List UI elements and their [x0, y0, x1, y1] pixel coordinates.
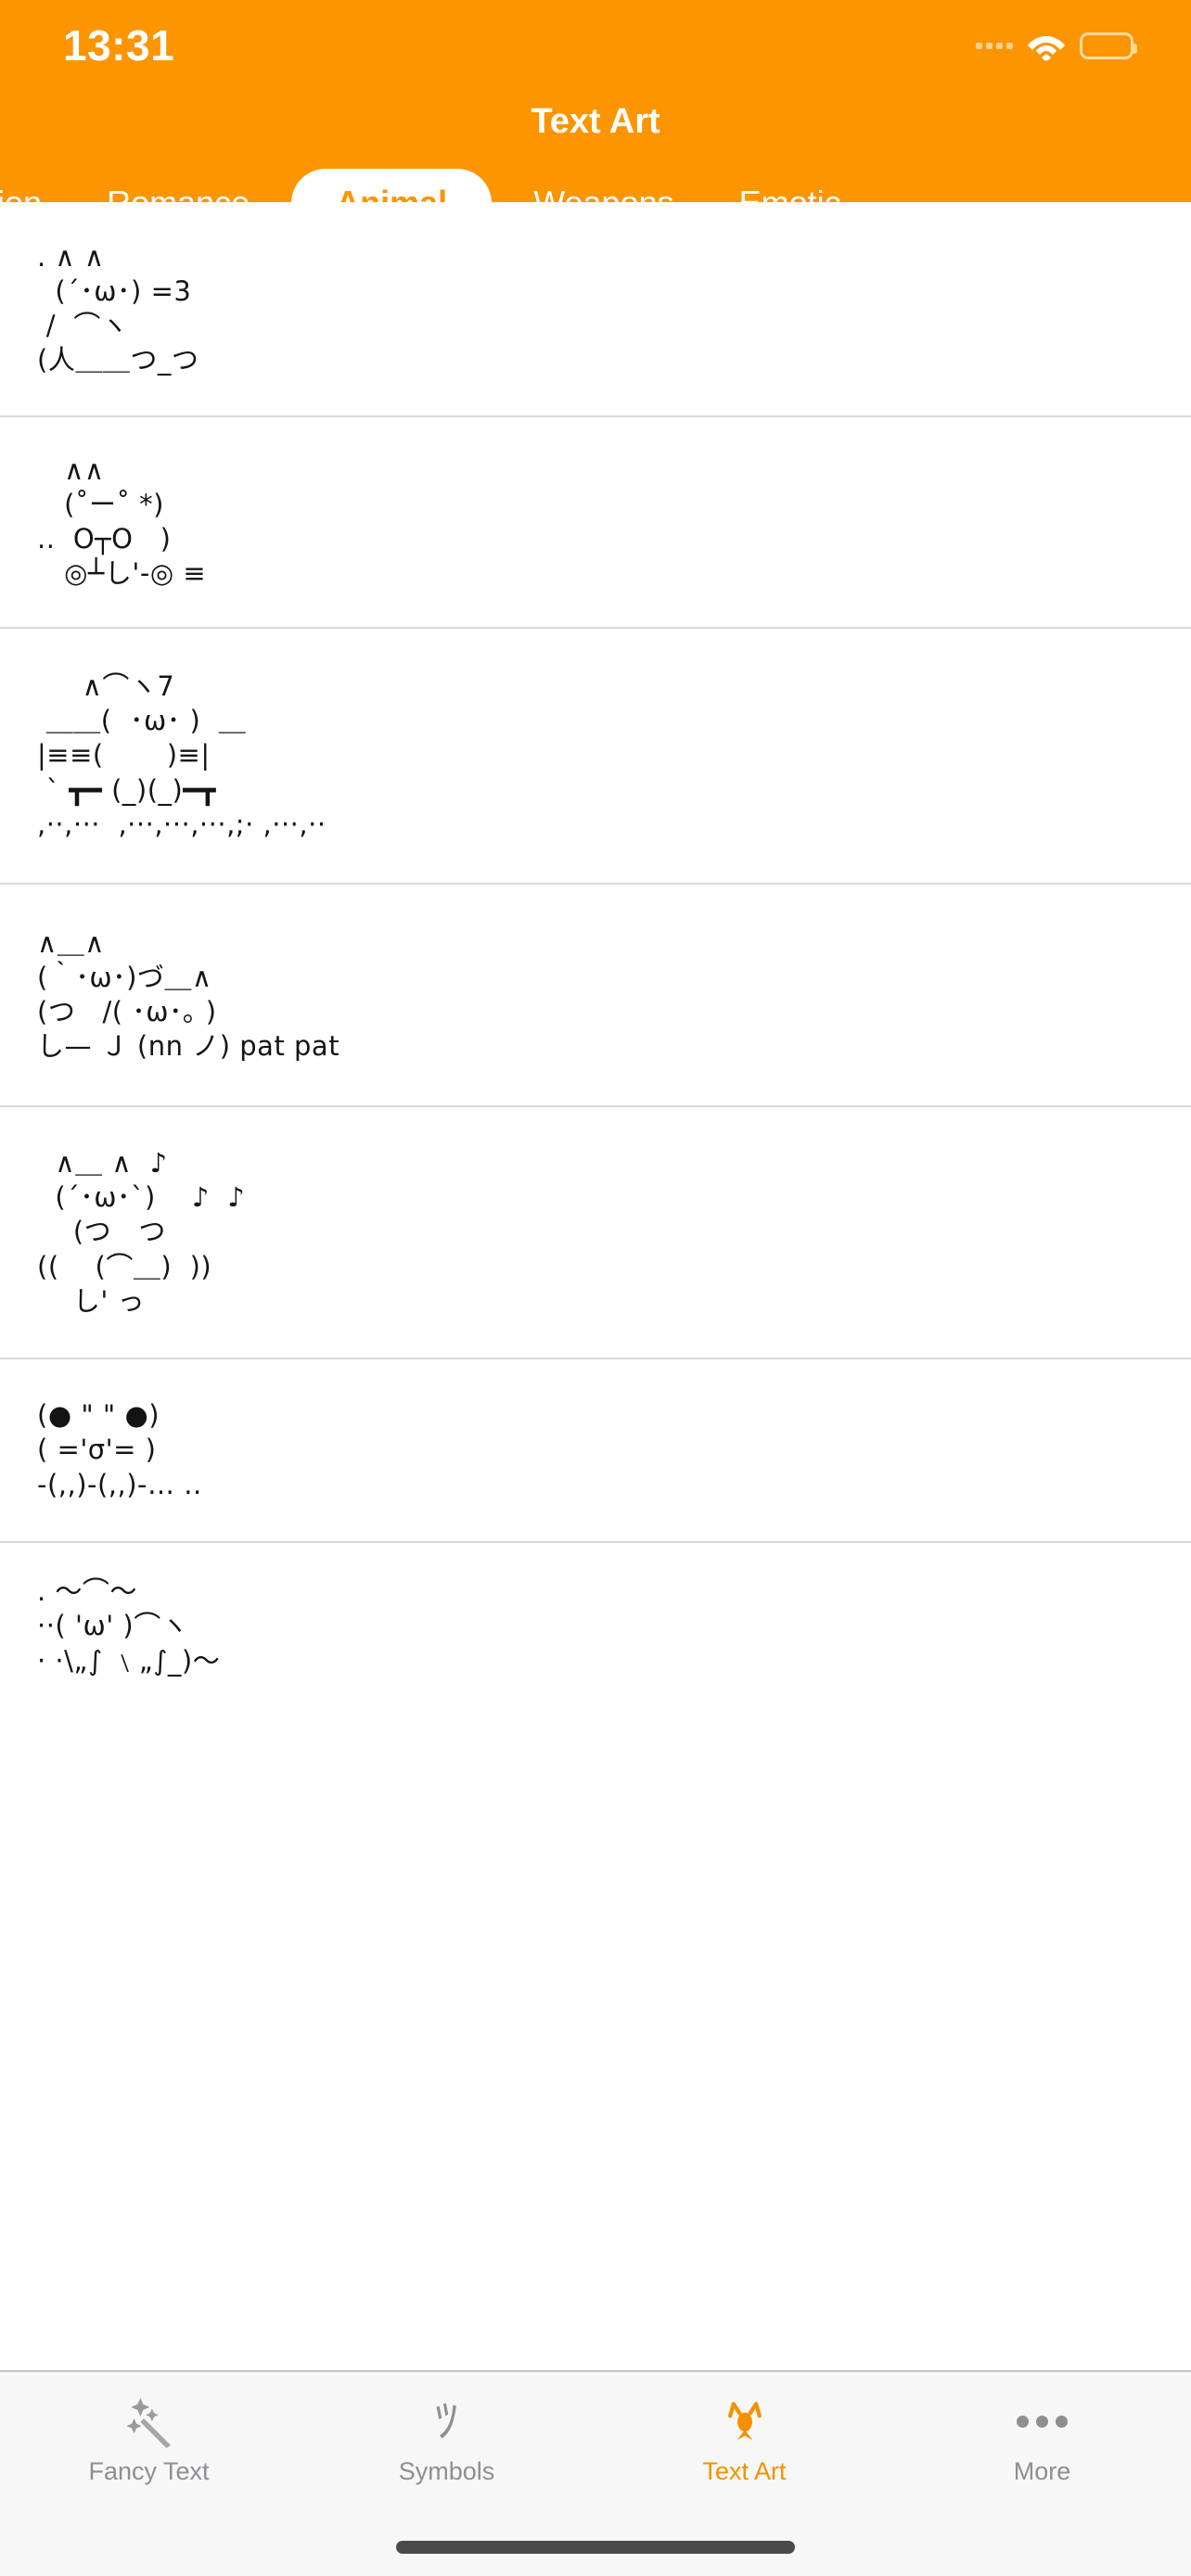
list-item[interactable]: . ∧ ∧ (´･ω･) =3 / ⌒ヽ (人＿＿つ_つ [0, 202, 1191, 417]
list-item[interactable]: ∧⌒ヽ7 ＿＿( ･ω･ ) ＿ |≡≡( )≡| ` ┳━ (_)(_)━┳ … [0, 629, 1191, 885]
ellipsis-icon [1017, 2392, 1068, 2450]
list-item[interactable]: . ～⌒～ ··( 'ω' )⌒ヽ · ·\„∫ ﹨„∫_)〜 [0, 1543, 1191, 1710]
battery-icon [1080, 32, 1137, 59]
list-item[interactable]: ∧＿ ∧ ♪ (´･ω･`) ♪ ♪ (つ つ (( (⌒＿) )) し' っ [0, 1107, 1191, 1359]
tab-label: Symbols [398, 2457, 495, 2485]
list-item[interactable]: (● " " ●) ( ='σ'= ) -(,,)-(,,)-… .. [0, 1359, 1191, 1543]
signal-dots-icon [976, 42, 1013, 49]
tab-label: Text Art [702, 2457, 787, 2485]
app-header: 13:31 Text Art oration [0, 0, 1191, 237]
app-root: 13:31 Text Art oration [0, 0, 1191, 2576]
art-text: (● " " ●) ( ='σ'= ) -(,,)-(,,)-… .. [37, 1399, 202, 1500]
page-title: Text Art [531, 102, 660, 141]
status-bar: 13:31 [0, 0, 1191, 85]
status-bar-indicators [976, 24, 1137, 61]
art-text: ∧⌒ヽ7 ＿＿( ･ω･ ) ＿ |≡≡( )≡| ` ┳━ (_)(_)━┳ … [37, 670, 327, 840]
home-indicator [396, 2541, 795, 2554]
tab-label: Fancy Text [88, 2457, 210, 2485]
art-text: . ∧ ∧ (´･ω･) =3 / ⌒ヽ (人＿＿つ_つ [37, 240, 199, 376]
art-text: ∧＿∧ (｀･ω･)づ＿∧ (つ /( ･ω･｡ ) し— Ｊ (nn ノ) p… [37, 926, 340, 1063]
tab-text-art[interactable]: Text Art [596, 2392, 893, 2484]
katakana-tsu-icon: ﾂ [435, 2392, 458, 2450]
symbols-glyph: ﾂ [435, 2394, 458, 2448]
tab-symbols[interactable]: ﾂ Symbols [298, 2392, 596, 2484]
list-item[interactable]: ∧∧ (˚ー˚ *) .. O┬O ) ◎┴し'-◎ ≡ [0, 417, 1191, 629]
tab-label: More [1013, 2457, 1071, 2485]
art-text: ∧＿ ∧ ♪ (´･ω･`) ♪ ♪ (つ つ (( (⌒＿) )) し' っ [37, 1147, 246, 1317]
art-text: ∧∧ (˚ー˚ *) .. O┬O ) ◎┴し'-◎ ≡ [37, 453, 207, 590]
tab-more[interactable]: More [893, 2392, 1191, 2484]
status-bar-clock: 13:31 [63, 21, 175, 70]
wifi-icon [1026, 30, 1067, 61]
art-text: . ～⌒～ ··( 'ω' )⌒ヽ · ·\„∫ ﹨„∫_)〜 [37, 1575, 221, 1677]
sparkle-wand-icon [122, 2392, 176, 2450]
tab-fancy-text[interactable]: Fancy Text [0, 2392, 298, 2484]
list-item[interactable]: ∧＿∧ (｀･ω･)づ＿∧ (つ /( ･ω･｡ ) し— Ｊ (nn ノ) p… [0, 885, 1191, 1107]
cat-face-icon [719, 2392, 771, 2450]
text-art-list[interactable]: . ∧ ∧ (´･ω･) =3 / ⌒ヽ (人＿＿つ_つ ∧∧ (˚ー˚ *) … [0, 202, 1191, 2370]
